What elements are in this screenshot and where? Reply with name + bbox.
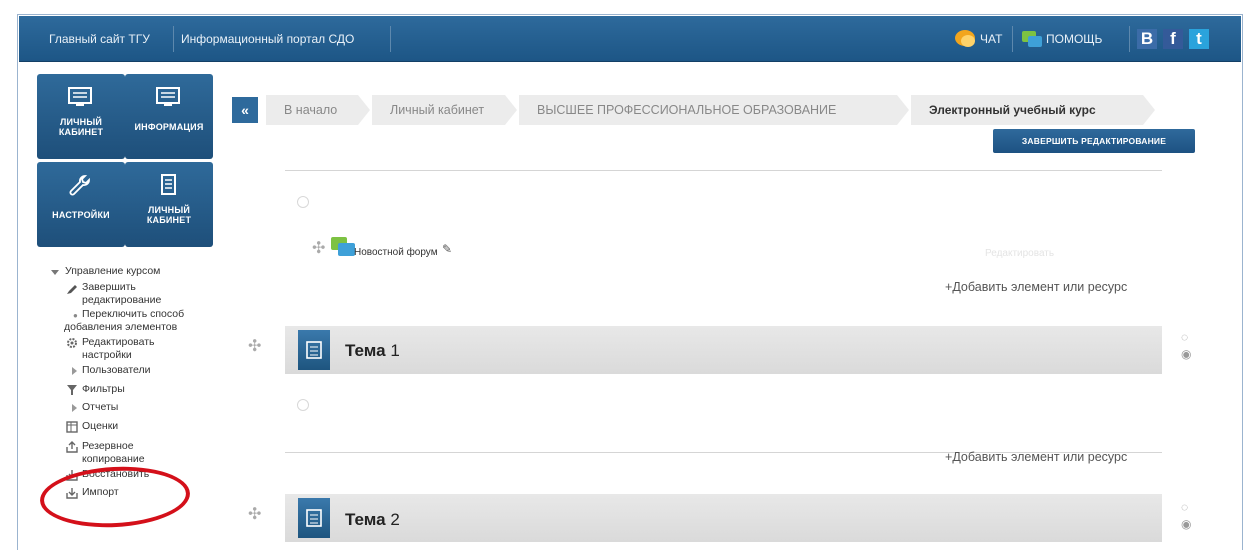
wrench-icon [69,175,90,196]
grades-table-icon [66,421,78,433]
help-icon[interactable] [1021,28,1043,50]
collapse-arrow-icon[interactable] [49,266,61,278]
document-icon [161,174,176,195]
eye-icon[interactable]: ◉ [1181,518,1191,531]
menu-grades[interactable]: Оценки [82,420,118,433]
expand-arrow-icon[interactable] [68,402,80,414]
tile-label: ЛИЧНЫЙ [59,117,103,127]
twitter-icon[interactable]: t [1189,29,1209,49]
main-site-link[interactable]: Главный сайт ТГУ [49,32,150,46]
tile-label: ИНФОРМАЦИЯ [134,122,204,132]
move-icon[interactable]: ✣ [248,336,261,356]
menu-course-admin[interactable]: Управление курсом [65,265,160,278]
nav-separator [173,26,174,52]
page-icon [306,341,322,359]
menu-finish-edit-line2[interactable]: редактирование [82,294,161,307]
breadcrumb-cabinet-label: Личный кабинет [390,103,485,117]
breadcrumb-higher-ed[interactable]: ВЫСШЕЕ ПРОФЕССИОНАЛЬНОЕ ОБРАЗОВАНИЕ [519,95,911,125]
nav-separator [1129,26,1130,52]
tile-information[interactable]: ИНФОРМАЦИЯ [125,74,213,159]
topic-icon [298,330,330,370]
screenshot-frame: Главный сайт ТГУ Информационный портал С… [0,0,1244,550]
top-navbar: Главный сайт ТГУ Информационный портал С… [19,16,1241,62]
tile-label: КАБИНЕТ [146,215,192,225]
gear-icon [67,338,77,348]
breadcrumb-home-label: В начало [284,103,338,117]
section-divider [285,170,1162,171]
menu-edit-settings-line2[interactable]: настройки [82,349,132,362]
filter-icon [67,385,77,395]
portal-link[interactable]: Информационный портал СДО [181,32,354,46]
menu-filters[interactable]: Фильтры [82,383,125,396]
highlight-lightbulb-icon[interactable]: ◌ [1181,501,1188,514]
add-resource-label: Добавить элемент или ресурс [952,450,1128,464]
add-resource-link[interactable]: +Добавить элемент или ресурс [945,280,1127,294]
tile-personal-cabinet[interactable]: ЛИЧНЫЙ КАБИНЕТ [37,74,125,159]
topic-header-2 [285,494,1162,542]
monitor-icon [68,87,92,106]
menu-users[interactable]: Пользователи [82,364,151,377]
highlight-toggle-icon[interactable] [297,399,309,411]
topic-header-1 [285,326,1162,374]
tile-label: ЛИЧНЫЙ [147,205,191,215]
eye-icon[interactable]: ◉ [1181,348,1191,361]
tile-label: НАСТРОЙКИ [52,210,110,220]
topic-title-1: Тема 1 [345,341,400,360]
menu-backup-line2[interactable]: копирование [82,453,145,466]
menu-switch-mode-line2[interactable]: добавления элементов [64,321,177,334]
menu-reports[interactable]: Отчеты [82,401,118,414]
breadcrumb-cabinet[interactable]: Личный кабинет [372,95,519,125]
edit-menu-ghost[interactable]: Редактировать [985,247,1054,260]
expand-arrow-icon[interactable] [68,365,80,377]
topic-title-2: Тема 2 [345,510,400,529]
help-link[interactable]: ПОМОЩЬ [1046,32,1102,46]
chat-icon[interactable] [954,28,976,50]
breadcrumb-higher-ed-label: ВЫСШЕЕ ПРОФЕССИОНАЛЬНОЕ ОБРАЗОВАНИЕ [537,103,837,117]
menu-switch-mode[interactable]: Переключить способ [82,308,184,321]
chat-link[interactable]: ЧАТ [980,32,1002,46]
backup-icon [66,441,78,453]
facebook-icon[interactable]: f [1163,29,1183,49]
add-resource-link[interactable]: +Добавить элемент или ресурс [945,450,1127,464]
breadcrumb-course: Электронный учебный курс [911,95,1157,125]
highlight-toggle-icon[interactable] [297,196,309,208]
menu-finish-edit[interactable]: Завершить [82,281,136,294]
monitor-icon [156,87,180,106]
breadcrumb-course-label: Электронный учебный курс [929,103,1096,117]
nav-separator [390,26,391,52]
highlight-lightbulb-icon[interactable]: ◌ [1181,331,1188,344]
page-icon [306,509,322,527]
move-icon[interactable]: ✣ [312,238,325,258]
vk-icon[interactable]: B [1137,29,1157,49]
topic-icon [298,498,330,538]
forum-icon [331,237,355,256]
collapse-sidebar-button[interactable]: « [232,97,258,123]
tile-label: КАБИНЕТ [58,127,104,137]
nav-separator [1012,26,1013,52]
tile-settings[interactable]: НАСТРОЙКИ [37,162,125,247]
add-resource-label: Добавить элемент или ресурс [952,280,1128,294]
edit-pencil-icon[interactable]: ✎ [442,243,452,256]
news-forum-link[interactable]: Новостной форум [354,246,438,259]
finish-editing-button[interactable]: ЗАВЕРШИТЬ РЕДАКТИРОВАНИЕ [993,129,1195,153]
tile-personal-cabinet-2[interactable]: ЛИЧНЫЙ КАБИНЕТ [125,162,213,247]
breadcrumb-home[interactable]: В начало [266,95,372,125]
pencil-icon [67,285,77,294]
menu-edit-settings[interactable]: Редактировать [82,336,155,349]
menu-backup[interactable]: Резервное [82,440,134,453]
move-icon[interactable]: ✣ [248,504,261,524]
